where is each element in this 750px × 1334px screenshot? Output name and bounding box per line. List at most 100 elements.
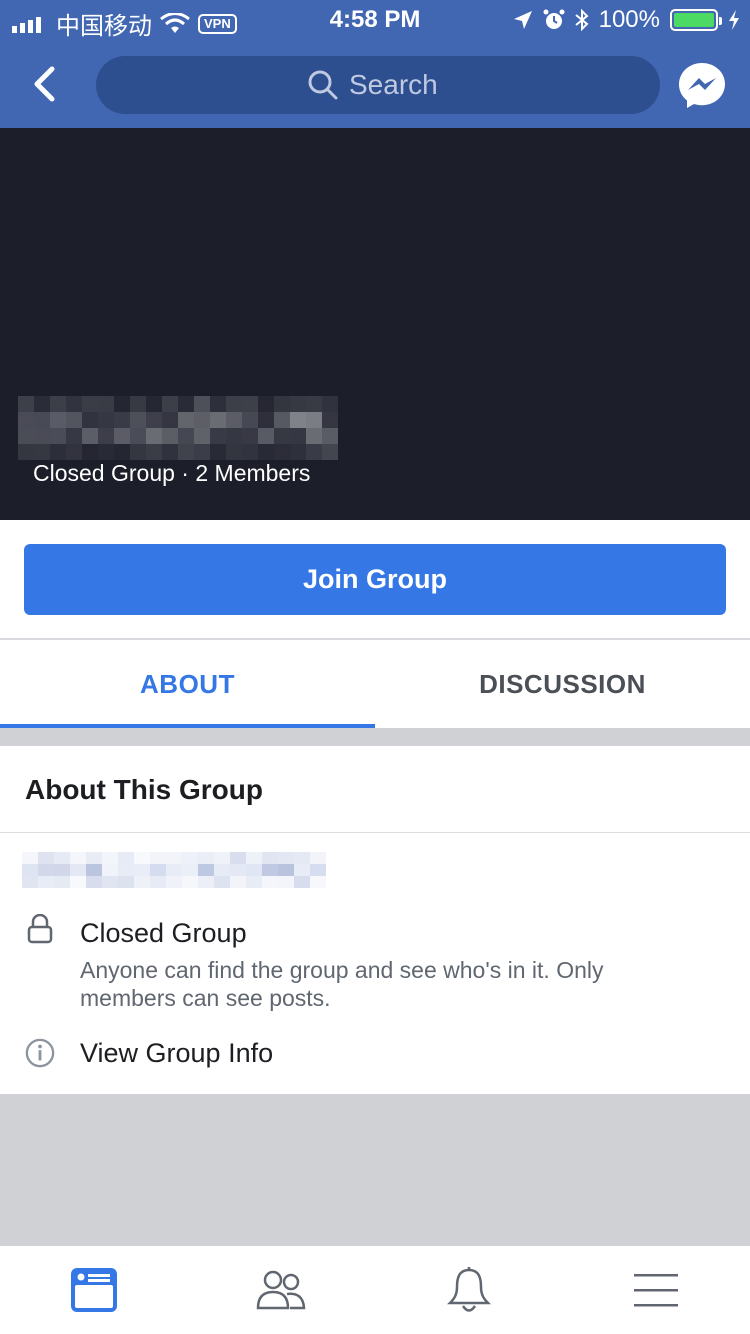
redacted-pixel	[54, 876, 70, 888]
redacted-pixel	[102, 876, 118, 888]
top-bar: 中国移动 VPN 4:58 PM 100%	[0, 0, 750, 128]
redacted-pixel	[98, 428, 114, 444]
group-name-redacted	[18, 396, 338, 460]
redacted-pixel	[114, 396, 130, 412]
redacted-pixel	[82, 428, 98, 444]
redacted-pixel	[246, 852, 262, 864]
redacted-pixel	[178, 444, 194, 460]
search-icon	[308, 70, 338, 100]
redacted-pixel	[290, 444, 306, 460]
redacted-pixel	[150, 864, 166, 876]
tab-menu[interactable]	[563, 1246, 750, 1334]
redacted-pixel	[70, 864, 86, 876]
redacted-pixel	[50, 396, 66, 412]
redacted-pixel	[226, 396, 242, 412]
view-group-info-label[interactable]: View Group Info	[80, 1038, 273, 1069]
redacted-pixel	[274, 444, 290, 460]
messenger-button[interactable]	[678, 61, 726, 109]
redacted-pixel	[226, 444, 242, 460]
redacted-pixel	[290, 428, 306, 444]
privacy-description: Anyone can find the group and see who's …	[80, 957, 604, 1011]
redacted-pixel	[102, 852, 118, 864]
notifications-bell-icon	[446, 1267, 491, 1312]
redacted-pixel	[210, 444, 226, 460]
redacted-pixel	[150, 876, 166, 888]
redacted-pixel	[134, 876, 150, 888]
redacted-pixel	[182, 876, 198, 888]
redacted-pixel	[114, 444, 130, 460]
redacted-pixel	[98, 444, 114, 460]
redacted-pixel	[82, 396, 98, 412]
redacted-pixel	[278, 876, 294, 888]
back-button[interactable]	[24, 60, 64, 108]
redacted-pixel	[306, 444, 322, 460]
redacted-pixel	[242, 444, 258, 460]
redacted-pixel	[118, 852, 134, 864]
redacted-pixel	[22, 852, 38, 864]
redacted-pixel	[82, 444, 98, 460]
redacted-pixel	[198, 864, 214, 876]
redacted-pixel	[70, 876, 86, 888]
redacted-pixel	[22, 876, 38, 888]
redacted-pixel	[322, 396, 338, 412]
redacted-pixel	[102, 864, 118, 876]
bluetooth-icon	[574, 9, 589, 31]
redacted-pixel	[258, 396, 274, 412]
redacted-pixel	[162, 444, 178, 460]
view-group-info-row[interactable]: View Group Info	[0, 1036, 750, 1076]
redacted-pixel	[262, 852, 278, 864]
redacted-pixel	[18, 444, 34, 460]
redacted-pixel	[18, 412, 34, 428]
redacted-pixel	[146, 396, 162, 412]
battery-icon	[670, 9, 722, 31]
redacted-pixel	[230, 864, 246, 876]
tab-news-feed[interactable]	[0, 1246, 188, 1334]
group-tabs: ABOUT DISCUSSION	[0, 640, 750, 728]
redacted-pixel	[306, 396, 322, 412]
redacted-pixel	[166, 852, 182, 864]
redacted-pixel	[130, 444, 146, 460]
redacted-pixel	[182, 864, 198, 876]
tab-about[interactable]: ABOUT	[0, 640, 375, 728]
group-description-redacted	[22, 852, 326, 888]
friends-icon	[256, 1270, 306, 1310]
join-area: Join Group	[0, 520, 750, 640]
redacted-pixel	[294, 864, 310, 876]
redacted-pixel	[34, 396, 50, 412]
redacted-pixel	[34, 428, 50, 444]
redacted-pixel	[242, 396, 258, 412]
join-group-button[interactable]: Join Group	[24, 544, 726, 615]
redacted-pixel	[86, 864, 102, 876]
redacted-pixel	[162, 396, 178, 412]
redacted-pixel	[198, 876, 214, 888]
redacted-pixel	[262, 864, 278, 876]
lock-icon	[27, 914, 53, 944]
tab-discussion[interactable]: DISCUSSION	[375, 640, 750, 728]
redacted-pixel	[66, 444, 82, 460]
redacted-pixel	[54, 864, 70, 876]
tab-notifications[interactable]	[375, 1246, 563, 1334]
redacted-pixel	[98, 396, 114, 412]
news-feed-icon	[70, 1268, 117, 1312]
redacted-pixel	[118, 864, 134, 876]
messenger-icon	[679, 63, 725, 108]
redacted-pixel	[258, 412, 274, 428]
redacted-pixel	[194, 428, 210, 444]
redacted-pixel	[194, 412, 210, 428]
charging-icon	[729, 10, 739, 30]
redacted-pixel	[210, 428, 226, 444]
redacted-pixel	[86, 876, 102, 888]
tab-friends[interactable]	[188, 1246, 376, 1334]
redacted-pixel	[150, 852, 166, 864]
redacted-pixel	[54, 852, 70, 864]
redacted-pixel	[86, 852, 102, 864]
redacted-pixel	[130, 412, 146, 428]
redacted-pixel	[230, 876, 246, 888]
redacted-pixel	[214, 852, 230, 864]
search-bar[interactable]	[96, 56, 660, 114]
redacted-pixel	[82, 412, 98, 428]
redacted-pixel	[290, 412, 306, 428]
redacted-pixel	[66, 428, 82, 444]
search-input[interactable]	[349, 69, 449, 101]
redacted-pixel	[198, 852, 214, 864]
